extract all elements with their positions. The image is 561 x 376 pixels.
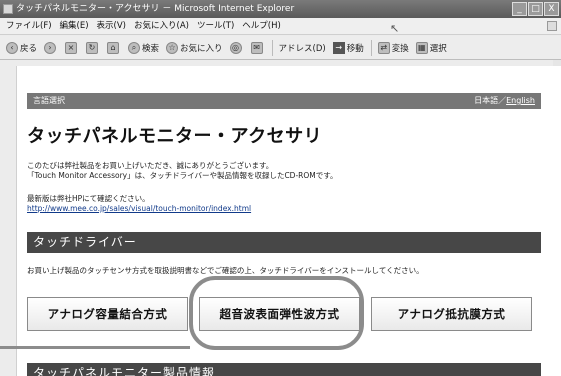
search-label: 検索 — [142, 43, 160, 54]
go-arrow-icon: → — [332, 41, 345, 54]
convert-button[interactable]: ⇄ 変換 — [377, 41, 409, 54]
home-icon: ⌂ — [107, 41, 120, 54]
media-icon: ◎ — [229, 41, 242, 54]
select-button[interactable]: ▦ 選択 — [415, 41, 447, 54]
favorites-button[interactable]: ☆ お気に入り — [166, 41, 223, 54]
latest-info: 最新版は弊社HPにて確認ください。 http://www.mee.co.jp/s… — [27, 194, 251, 214]
media-button[interactable]: ◎ — [229, 41, 244, 54]
toolbar-separator-2 — [370, 39, 372, 56]
convert-icon: ⇄ — [377, 41, 390, 54]
language-bar: 言語選択 日本語／English — [27, 93, 541, 109]
menu-favorites[interactable]: お気に入り(A) — [134, 18, 189, 34]
back-arrow-icon: ‹ — [6, 41, 18, 54]
ie-app-icon — [3, 4, 13, 14]
language-options: 日本語／English — [474, 93, 535, 109]
windows-logo-icon — [547, 21, 557, 31]
language-english-link[interactable]: English — [506, 96, 535, 105]
select-icon: ▦ — [415, 41, 428, 54]
search-icon: ⌕ — [128, 41, 141, 54]
convert-label: 変換 — [391, 43, 409, 54]
page-content: 言語選択 日本語／English タッチパネルモニター・アクセサリ このたびは弊… — [16, 66, 561, 376]
window-controls: _ □ X — [512, 2, 559, 16]
address-label-button[interactable]: アドレス(D) — [279, 42, 326, 54]
back-label: 戻る — [20, 43, 38, 54]
menu-tools[interactable]: ツール(T) — [197, 18, 234, 34]
callout-pointer-line — [0, 346, 190, 349]
minimize-button[interactable]: _ — [512, 2, 527, 16]
section-touch-driver: タッチドライバー — [27, 232, 541, 253]
forward-button[interactable]: › — [44, 41, 58, 54]
toolbar: ‹ 戻る › × ↻ ⌂ ⌕ 検索 ☆ お気に入り ◎ ✉ アドレス(D) → 移動 ⇄… — [0, 36, 561, 60]
refresh-icon: ↻ — [86, 41, 99, 54]
latest-info-text: 最新版は弊社HPにて確認ください。 — [27, 194, 150, 203]
stop-icon: × — [65, 41, 78, 54]
favorites-label: お気に入り — [180, 43, 223, 54]
home-button[interactable]: ⌂ — [107, 41, 121, 54]
back-button[interactable]: ‹ 戻る — [6, 41, 38, 54]
mouse-cursor-icon: ↖ — [390, 22, 400, 35]
toolbar-separator — [271, 39, 273, 56]
maximize-button[interactable]: □ — [528, 2, 543, 16]
star-icon: ☆ — [166, 41, 179, 54]
go-label: 移動 — [346, 43, 364, 54]
mail-button[interactable]: ✉ — [250, 41, 265, 54]
title-bar: タッチパネルモニター・アクセサリ － Microsoft Internet Ex… — [0, 0, 561, 18]
support-url-link[interactable]: http://www.mee.co.jp/sales/visual/touch-… — [27, 204, 251, 214]
search-button[interactable]: ⌕ 検索 — [128, 41, 160, 54]
menu-view[interactable]: 表示(V) — [97, 18, 126, 34]
menu-file[interactable]: ファイル(F) — [6, 18, 52, 34]
address-label: アドレス(D) — [278, 43, 326, 54]
menu-help[interactable]: ヘルプ(H) — [242, 18, 281, 34]
analog-capacitive-button[interactable]: アナログ容量結合方式 — [27, 297, 188, 331]
surface-acoustic-wave-button[interactable]: 超音波表面弾性波方式 — [199, 297, 360, 331]
go-button[interactable]: → 移動 — [332, 41, 364, 54]
intro-text: このたびは弊社製品をお買い上げいただき、誠にありがとうございます。 「Touch… — [27, 161, 338, 181]
install-instructions: お買い上げ製品のタッチセンサ方式を取扱説明書などでご確認の上、タッチドライバーを… — [27, 266, 424, 275]
analog-resistive-button[interactable]: アナログ抵抗膜方式 — [371, 297, 532, 331]
select-label: 選択 — [429, 43, 447, 54]
language-japanese[interactable]: 日本語／ — [474, 96, 506, 105]
forward-arrow-icon: › — [44, 41, 57, 54]
refresh-button[interactable]: ↻ — [86, 41, 100, 54]
page-title: タッチパネルモニター・アクセサリ — [27, 126, 323, 147]
browser-window: タッチパネルモニター・アクセサリ － Microsoft Internet Ex… — [0, 0, 561, 376]
intro-line-2: 「Touch Monitor Accessory」は、タッチドライバーや製品情報… — [27, 171, 338, 180]
close-button[interactable]: X — [544, 2, 559, 16]
section-product-info: タッチパネルモニター製品情報 — [27, 363, 541, 376]
menu-bar: ファイル(F) 編集(E) 表示(V) お気に入り(A) ツール(T) ヘルプ(… — [0, 18, 561, 35]
intro-line-1: このたびは弊社製品をお買い上げいただき、誠にありがとうございます。 — [27, 161, 274, 170]
stop-button[interactable]: × — [65, 41, 79, 54]
window-title: タッチパネルモニター・アクセサリ － Microsoft Internet Ex… — [16, 4, 295, 14]
menu-edit[interactable]: 編集(E) — [60, 18, 89, 34]
language-select-label: 言語選択 — [33, 96, 65, 105]
mail-icon: ✉ — [250, 41, 263, 54]
